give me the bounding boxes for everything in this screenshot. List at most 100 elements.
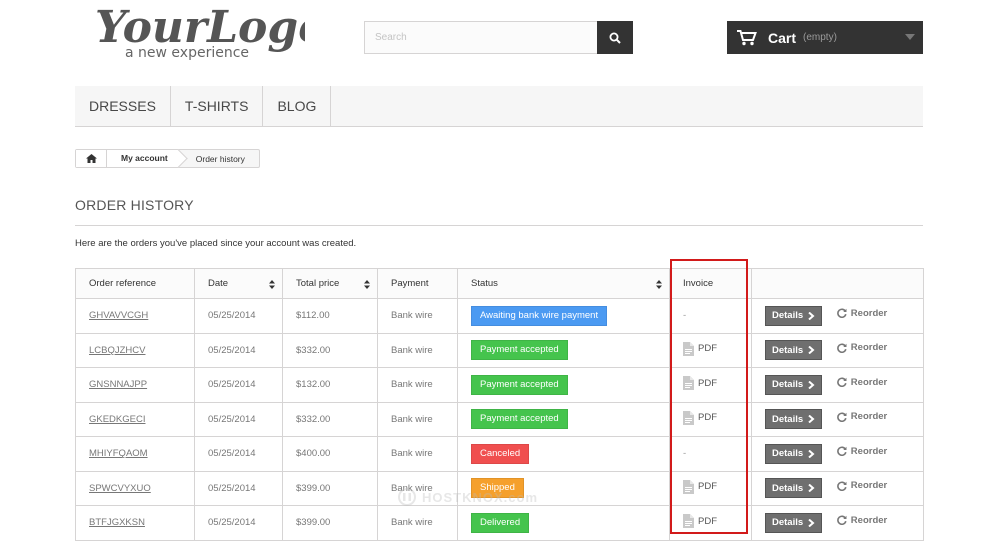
chevron-right-icon [808,518,815,527]
details-button[interactable]: Details [765,443,823,464]
details-button[interactable]: Details [765,512,823,533]
order-date: 05/25/2014 [194,298,283,334]
search-form [364,21,633,54]
details-button[interactable]: Details [765,478,823,499]
heading-divider [75,225,923,226]
order-reference-link[interactable]: GKEDKGECI [89,414,146,425]
order-reference-cell: MHIYFQAOM [75,436,195,472]
order-date: 05/25/2014 [194,505,283,541]
header-label: Date [208,278,229,289]
chevron-down-icon [905,34,915,40]
reorder-label: Reorder [850,376,888,388]
order-reference-link[interactable]: SPWCVYXUO [89,483,151,494]
column-header-date[interactable]: Date [194,268,283,299]
order-date: 05/25/2014 [194,332,283,368]
reorder-link[interactable]: Reorder [836,411,888,423]
chevron-right-icon [808,415,815,424]
cart-button[interactable]: Cart (empty) [727,21,923,54]
sort-icon[interactable] [364,280,370,289]
watermark-text: HOSTKNOX.com [422,489,539,505]
header-label: Total price [296,278,340,289]
order-date: 05/25/2014 [194,367,283,403]
refresh-icon [836,343,847,353]
shopping-cart-icon [737,29,757,45]
details-button[interactable]: Details [765,340,823,361]
refresh-icon [836,412,847,422]
breadcrumb: My account Order history [75,149,260,168]
details-label: Details [772,517,804,529]
search-input[interactable] [364,21,597,54]
column-header-order-reference: Order reference [75,268,195,299]
watermark: HOSTKNOX.com [398,488,538,506]
chevron-right-icon [808,484,815,493]
details-button[interactable]: Details [765,409,823,430]
search-icon [609,32,621,44]
reorder-link[interactable]: Reorder [836,342,887,353]
reorder-link[interactable]: Reorder [836,308,887,319]
menu-item-tshirts[interactable]: T-shirts [171,86,264,126]
intro-text: Here are the orders you've placed since … [75,238,357,249]
breadcrumb-current: Order history [195,153,245,164]
order-reference-cell: GKEDKGECI [75,401,195,437]
refresh-icon [836,481,847,491]
order-payment: Bank wire [377,505,458,541]
sort-icon[interactable] [656,280,662,289]
menu-item-blog[interactable]: Blog [263,86,332,126]
order-total: $400.00 [282,436,378,472]
order-total: $399.00 [282,470,378,506]
column-header-payment: Payment [377,268,458,299]
order-status-cell: Canceled [457,436,670,472]
reorder-label: Reorder [850,445,888,457]
column-header-total-price[interactable]: Total price [282,268,378,299]
order-payment: Bank wire [377,367,458,403]
cart-label: Cart [768,29,797,46]
table-row: BTFJGXKSN 05/25/2014 $399.00 Bank wire D… [75,505,924,541]
order-actions-cell: Details Reorder [751,470,924,506]
column-header-status[interactable]: Status [457,268,670,299]
reorder-label: Reorder [850,514,888,526]
breadcrumb-my-account[interactable]: My account [107,150,180,167]
logo-tagline: a new experience [125,45,249,61]
order-status-cell: Payment accepted [457,367,670,403]
order-reference-cell: GHVAVVCGH [75,298,195,334]
order-reference-link[interactable]: MHIYFQAOM [89,448,148,459]
invoice-column-highlight [670,259,748,534]
order-actions-cell: Details Reorder [751,298,924,334]
order-status-cell: Awaiting bank wire payment [457,298,670,334]
order-reference-link[interactable]: GNSNNAJPP [89,379,147,390]
order-actions-cell: Details Reorder [751,367,924,403]
table-row: GKEDKGECI 05/25/2014 $332.00 Bank wire P… [75,401,924,437]
site-logo[interactable]: YourLogo a new experience [95,2,305,62]
status-badge: Delivered [471,512,530,533]
reorder-link[interactable]: Reorder [836,376,888,388]
main-menu: Dresses T-shirts Blog [75,86,923,127]
order-payment: Bank wire [377,298,458,334]
status-badge: Canceled [471,443,530,464]
reorder-label: Reorder [850,480,888,492]
refresh-icon [836,515,847,526]
breadcrumb-home[interactable] [76,150,107,167]
order-total: $332.00 [282,332,378,368]
menu-item-dresses[interactable]: Dresses [75,86,171,126]
details-button[interactable]: Details [765,305,823,326]
order-date: 05/25/2014 [194,470,283,506]
order-reference-cell: GNSNNAJPP [75,367,195,403]
details-label: Details [772,344,804,356]
order-actions-cell: Details Reorder [751,505,924,541]
header-label: Order reference [89,278,157,289]
order-status-cell: Delivered [457,505,670,541]
order-actions-cell: Details Reorder [751,332,924,368]
search-button[interactable] [597,21,633,54]
order-reference-link[interactable]: GHVAVVCGH [89,310,148,321]
table-row: GHVAVVCGH 05/25/2014 $112.00 Bank wire A… [75,298,924,334]
order-reference-link[interactable]: BTFJGXKSN [89,517,145,528]
reorder-link[interactable]: Reorder [836,445,888,457]
reorder-label: Reorder [850,411,888,423]
order-reference-link[interactable]: LCBQJZHCV [89,345,145,356]
reorder-link[interactable]: Reorder [836,480,888,492]
reorder-link[interactable]: Reorder [836,514,888,526]
table-row: MHIYFQAOM 05/25/2014 $400.00 Bank wire C… [75,436,924,472]
order-date: 05/25/2014 [194,401,283,437]
sort-icon[interactable] [269,280,275,289]
details-button[interactable]: Details [765,374,823,395]
